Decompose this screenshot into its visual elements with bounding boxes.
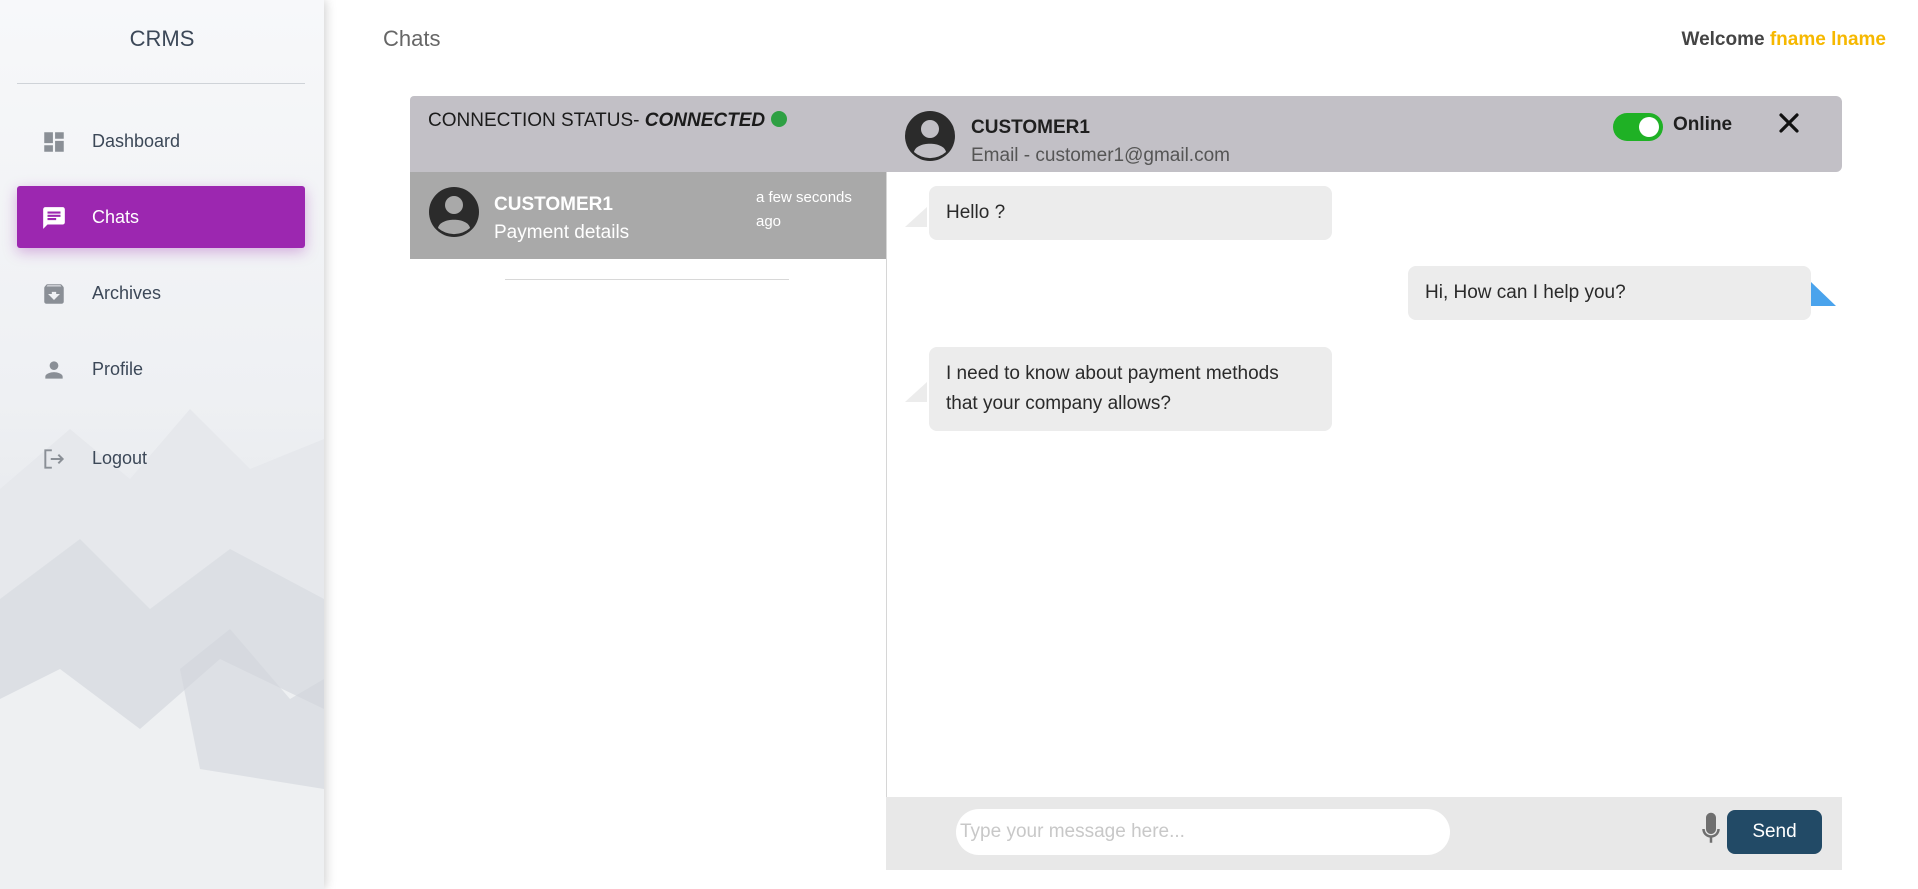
sidebar: CRMS Dashboard Chats Archives Profile Lo…: [0, 0, 324, 889]
message-input[interactable]: [956, 809, 1450, 855]
chat-header: CUSTOMER1 Email - customer1@gmail.com On…: [886, 96, 1842, 172]
sidebar-item-archives[interactable]: Archives: [17, 262, 305, 324]
dashboard-icon: [41, 129, 67, 155]
sidebar-item-label: Logout: [92, 447, 148, 468]
chat-customer-name: CUSTOMER1: [494, 194, 613, 215]
message-bubble-incoming: Hello ?: [929, 186, 1332, 240]
chat-icon: [41, 205, 67, 231]
message-tail: [905, 382, 927, 402]
person-icon: [41, 357, 67, 383]
online-toggle[interactable]: [1613, 113, 1663, 141]
message-composer: Send: [886, 797, 1842, 870]
message-tail: [905, 207, 927, 227]
panel-divider: [886, 172, 887, 870]
avatar: [904, 110, 956, 167]
connection-value: CONNECTED: [644, 110, 766, 131]
chat-timestamp: a few seconds ago: [756, 189, 852, 230]
message-bubble-incoming: I need to know about payment methods tha…: [929, 347, 1332, 431]
welcome-label: Welcome: [1681, 29, 1765, 50]
connection-status: CONNECTION STATUS- CONNECTED: [428, 110, 788, 132]
sidebar-item-label: Chats: [92, 206, 140, 227]
sidebar-item-profile[interactable]: Profile: [17, 338, 305, 400]
logout-icon: [41, 446, 67, 472]
sidebar-item-label: Dashboard: [92, 130, 181, 151]
user-name: fname lname: [1769, 29, 1886, 50]
sidebar-item-logout[interactable]: Logout: [17, 427, 305, 489]
chat-subject: Payment details: [494, 222, 630, 243]
list-divider: [505, 279, 789, 280]
welcome-message: Welcome fname lname: [1681, 29, 1886, 51]
chat-list-item[interactable]: CUSTOMER1 Payment details a few seconds …: [410, 172, 886, 259]
toggle-knob: [1639, 117, 1659, 137]
brand-divider: [17, 83, 305, 84]
page-title: Chats: [383, 26, 441, 51]
close-icon[interactable]: [1774, 108, 1804, 138]
connection-label: CONNECTION STATUS-: [428, 110, 645, 131]
archive-icon: [41, 281, 67, 307]
sidebar-item-dashboard[interactable]: Dashboard: [17, 110, 305, 172]
brand-title[interactable]: CRMS: [0, 26, 324, 52]
sidebar-item-chats[interactable]: Chats: [17, 186, 305, 248]
message-tail: [1811, 282, 1836, 306]
chat-header-customer-name: CUSTOMER1: [971, 117, 1090, 138]
sidebar-item-label: Profile: [92, 358, 144, 379]
online-status-label: Online: [1673, 114, 1733, 135]
message-bubble-outgoing: Hi, How can I help you?: [1408, 266, 1811, 320]
avatar: [428, 186, 480, 243]
microphone-icon[interactable]: [1696, 810, 1726, 848]
connection-status-bar: CONNECTION STATUS- CONNECTED: [410, 96, 886, 172]
send-button[interactable]: Send: [1727, 810, 1822, 854]
connected-indicator: [771, 111, 788, 127]
chat-header-email: Email - customer1@gmail.com: [971, 145, 1230, 166]
sidebar-item-label: Archives: [92, 282, 162, 303]
